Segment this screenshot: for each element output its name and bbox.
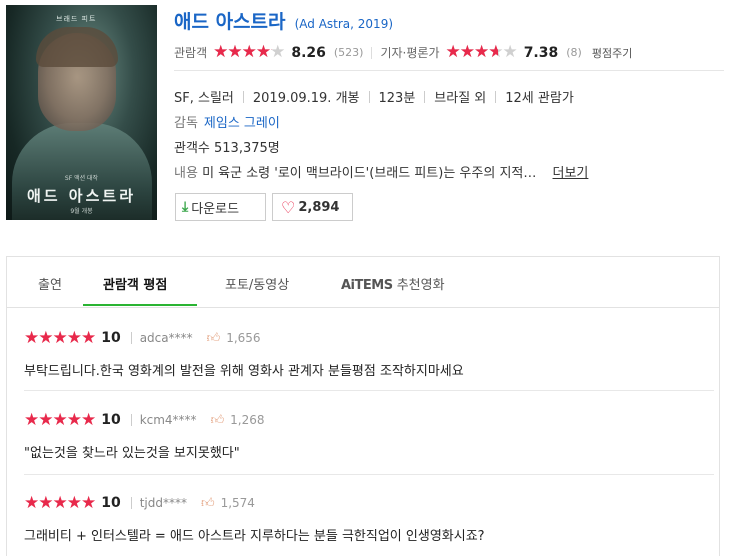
active-tab-indicator <box>83 304 197 306</box>
info-divider <box>174 70 724 71</box>
plot-row: 내용 미 육군 소령 '로이 맥브라이드'(브래드 피트)는 우주의 지적… 더… <box>174 162 588 181</box>
review-user: tjdd**** <box>139 496 187 510</box>
director-link[interactable]: 제임스 그레이 <box>204 116 280 131</box>
review-stars: ★★★★★ <box>24 493 96 513</box>
review-user: adca**** <box>139 331 193 345</box>
more-link[interactable]: 더보기 <box>553 166 589 181</box>
divider <box>424 90 426 103</box>
review-item: ★★★★★ 10 kcm4**** 👍︎ 1,268 "없는것을 찾느라 있는것… <box>24 410 714 461</box>
tab-recommend[interactable]: AiTEMS 추천영화 <box>341 274 445 293</box>
critic-star-rating: ★★★★★ ★★★★★ <box>445 42 517 62</box>
thumbs-up-icon[interactable]: 👍︎ <box>211 413 225 428</box>
rate-movie-link[interactable]: 평점주기 <box>592 45 632 61</box>
genre[interactable]: SF, 스릴러 <box>174 87 234 106</box>
tab-bar: 출연 관람객 평점 포토/동영상 AiTEMS 추천영화 <box>7 257 719 308</box>
review-item: ★★★★★ 10 tjdd**** 👍︎ 1,574 그래비티 + 인터스텔라 … <box>24 493 714 544</box>
download-label: 다운로드 <box>191 201 240 217</box>
like-button[interactable]: ♡ 2,894 <box>272 193 353 221</box>
review-score: 10 <box>101 412 121 428</box>
review-stars: ★★★★★ <box>24 328 96 348</box>
plot-summary: 미 육군 소령 '로이 맥브라이드'(브래드 피트)는 우주의 지적… <box>202 166 537 181</box>
movie-title[interactable]: 애드 아스트라 <box>174 11 286 33</box>
heart-icon: ♡ <box>281 197 296 217</box>
review-likes: 1,574 <box>220 496 255 510</box>
tab-recommend-label: 추천영화 <box>396 278 445 293</box>
divider <box>130 497 132 509</box>
director-label: 감독 <box>174 116 198 131</box>
review-text: 부탁드립니다.한국 영화계의 발전을 위해 영화사 관계자 분들평점 조작하지마… <box>24 364 464 379</box>
poster-figure-hair <box>36 27 118 67</box>
poster-release-text: 9월 개봉 <box>70 208 93 215</box>
review-text: 그래비티 + 인터스텔라 = 애드 아스트라 지루하다는 분들 극한직업이 인생… <box>24 529 485 544</box>
movie-poster[interactable]: 브래드 피트 SF 액션 대작 애드 아스트라 9월 개봉 <box>6 5 157 220</box>
thumbs-up-icon[interactable]: 👍︎ <box>201 496 215 511</box>
download-icon: ⤓ <box>182 199 189 215</box>
audience-count: (523) <box>333 46 364 59</box>
divider <box>371 46 373 59</box>
divider <box>242 90 244 103</box>
review-user: kcm4**** <box>139 413 197 427</box>
review-score: 10 <box>101 330 121 346</box>
thumbs-up-icon[interactable]: 👍︎ <box>207 331 221 346</box>
like-count: 2,894 <box>298 199 340 215</box>
tab-photos[interactable]: 포토/동영상 <box>225 274 289 293</box>
tab-reviews[interactable]: 관람객 평점 <box>103 274 167 293</box>
critic-rating-label: 기자·평론가 <box>380 46 440 60</box>
audience-rating-label: 관람객 <box>174 46 208 60</box>
review-likes: 1,656 <box>226 331 261 345</box>
runtime: 123분 <box>378 91 416 106</box>
movie-meta: SF, 스릴러 2019.09.19. 개봉 123분 브라질 외 12세 관람… <box>174 87 574 106</box>
review-divider <box>24 474 714 475</box>
review-item: ★★★★★ 10 adca**** 👍︎ 1,656 부탁드립니다.한국 영화계… <box>24 328 714 379</box>
divider <box>368 90 370 103</box>
poster-sub-text: SF 액션 대작 <box>64 175 99 182</box>
review-likes: 1,268 <box>230 413 265 427</box>
audience-star-rating: ★★★★★ ★★★★★ <box>213 42 285 62</box>
critic-count: (8) <box>566 46 582 59</box>
divider <box>495 90 497 103</box>
audience-total: 관객수 513,375명 <box>174 141 280 156</box>
divider <box>130 414 132 426</box>
plot-label: 내용 <box>174 166 198 181</box>
audience-score: 8.26 <box>291 44 326 61</box>
aitems-logo: AiTEMS <box>341 278 393 293</box>
divider <box>130 332 132 344</box>
tab-cast[interactable]: 출연 <box>38 274 62 293</box>
director-row: 감독 제임스 그레이 <box>174 112 280 131</box>
review-score: 10 <box>101 495 121 511</box>
age-rating: 12세 관람가 <box>505 91 574 106</box>
critic-score: 7.38 <box>523 44 559 61</box>
poster-top-text: 브래드 피트 <box>56 15 97 23</box>
review-divider <box>24 390 714 391</box>
movie-title-row: 애드 아스트라 (Ad Astra, 2019) <box>174 7 393 34</box>
download-button[interactable]: ⤓ 다운로드 <box>175 193 266 221</box>
movie-original-title: (Ad Astra, 2019) <box>294 17 394 31</box>
review-text: "없는것을 찾느라 있는것을 보지못했다" <box>24 446 240 461</box>
rating-row: 관람객 ★★★★★ ★★★★★ 8.26 (523) 기자·평론가 ★★★★★ … <box>174 44 632 61</box>
review-stars: ★★★★★ <box>24 410 96 430</box>
poster-title: 애드 아스트라 <box>26 187 137 205</box>
release-date: 2019.09.19. 개봉 <box>252 91 360 106</box>
country[interactable]: 브라질 외 <box>434 87 486 106</box>
